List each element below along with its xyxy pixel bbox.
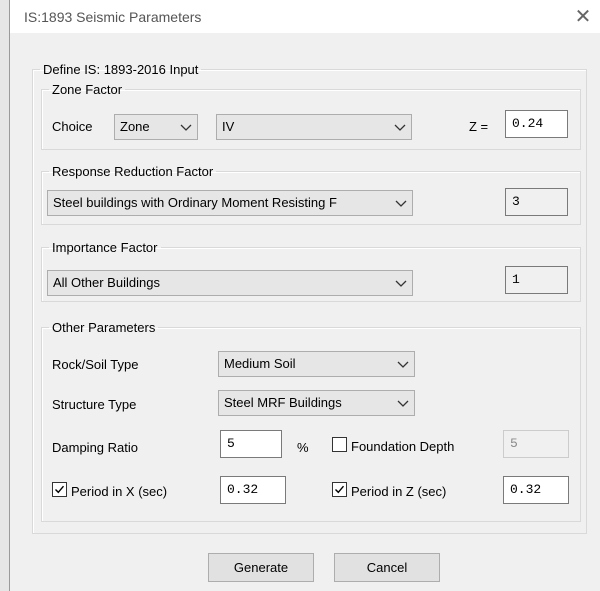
period-x-label: Period in X (sec) xyxy=(71,484,168,499)
chevron-down-icon xyxy=(394,198,408,208)
z-value-field[interactable]: 0.24 xyxy=(505,110,568,138)
foundation-depth-label: Foundation Depth xyxy=(351,439,455,454)
period-x-checkbox[interactable] xyxy=(52,482,67,497)
damping-ratio-field[interactable]: 5 xyxy=(220,430,282,458)
checkmark-icon xyxy=(55,485,65,494)
importance-factor-group-label: Importance Factor xyxy=(52,240,158,255)
structure-type-label: Structure Type xyxy=(52,397,137,412)
damping-ratio-label: Damping Ratio xyxy=(52,440,138,455)
zone-dropdown-value: IV xyxy=(222,119,235,134)
soil-type-label: Rock/Soil Type xyxy=(52,357,139,372)
z-label: Z = xyxy=(469,119,489,134)
response-reduction-group-label: Response Reduction Factor xyxy=(52,164,214,179)
chevron-down-icon xyxy=(179,122,193,132)
importance-value: 1 xyxy=(505,266,568,294)
response-reduction-value: 3 xyxy=(505,188,568,216)
structure-type-dropdown[interactable]: Steel MRF Buildings xyxy=(218,390,415,416)
response-reduction-dropdown-value: Steel buildings with Ordinary Moment Res… xyxy=(53,195,337,210)
chevron-down-icon xyxy=(396,359,410,369)
soil-type-dropdown[interactable]: Medium Soil xyxy=(218,351,415,377)
chevron-down-icon xyxy=(393,122,407,132)
cancel-button[interactable]: Cancel xyxy=(334,553,440,582)
seismic-parameters-dialog: IS:1893 Seismic Parameters ✕ Define IS: … xyxy=(10,0,600,591)
chevron-down-icon xyxy=(394,278,408,288)
period-x-field[interactable]: 0.32 xyxy=(220,476,286,504)
damping-unit-label: % xyxy=(297,440,309,455)
zone-dropdown[interactable]: IV xyxy=(216,114,412,140)
importance-dropdown[interactable]: All Other Buildings xyxy=(47,270,413,296)
window-title: IS:1893 Seismic Parameters xyxy=(24,9,202,25)
choice-label: Choice xyxy=(52,119,93,134)
period-z-checkbox[interactable] xyxy=(332,482,347,497)
foundation-depth-checkbox[interactable] xyxy=(332,437,347,452)
checkmark-icon xyxy=(335,485,345,494)
choice-dropdown[interactable]: Zone xyxy=(114,114,198,140)
period-z-label: Period in Z (sec) xyxy=(351,484,447,499)
period-z-field[interactable]: 0.32 xyxy=(503,476,569,504)
soil-type-dropdown-value: Medium Soil xyxy=(224,356,296,371)
importance-dropdown-value: All Other Buildings xyxy=(53,275,160,290)
zone-factor-group-label: Zone Factor xyxy=(52,82,123,97)
foundation-depth-field: 5 xyxy=(503,430,569,458)
close-icon[interactable]: ✕ xyxy=(566,2,600,32)
other-parameters-group-label: Other Parameters xyxy=(52,320,156,335)
chevron-down-icon xyxy=(396,398,410,408)
structure-type-dropdown-value: Steel MRF Buildings xyxy=(224,395,342,410)
response-reduction-dropdown[interactable]: Steel buildings with Ordinary Moment Res… xyxy=(47,190,413,216)
title-bar: IS:1893 Seismic Parameters ✕ xyxy=(10,0,600,33)
generate-button[interactable]: Generate xyxy=(208,553,314,582)
define-input-group-label: Define IS: 1893-2016 Input xyxy=(43,62,199,77)
